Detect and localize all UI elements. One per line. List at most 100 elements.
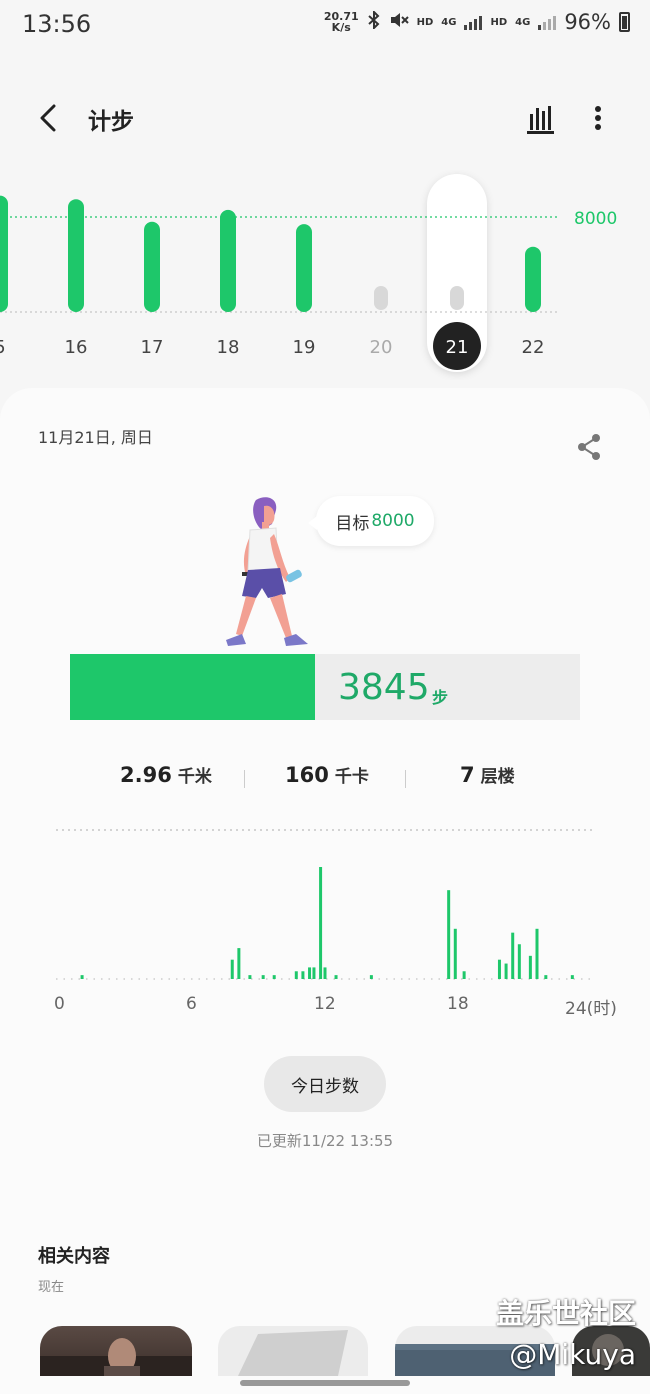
hour-tick-label: 6 bbox=[186, 994, 197, 1014]
hour-bar bbox=[301, 971, 305, 979]
chevron-left-icon bbox=[40, 104, 56, 132]
mute-icon bbox=[389, 11, 409, 33]
more-options-button[interactable] bbox=[580, 98, 616, 138]
day-bar[interactable] bbox=[144, 221, 160, 312]
day-label[interactable]: 17 bbox=[141, 337, 164, 358]
hour-bar bbox=[497, 959, 501, 979]
day-label[interactable]: 18 bbox=[217, 337, 240, 358]
person-photo bbox=[40, 1338, 192, 1376]
weekly-steps-chart[interactable]: 8000 5 16 17 18 19 20 21 22 bbox=[0, 170, 650, 380]
bluetooth-icon bbox=[367, 9, 381, 33]
goal-value: 8000 bbox=[371, 511, 415, 531]
network-type-2: 4G bbox=[515, 16, 531, 28]
battery-percent: 96% bbox=[564, 10, 611, 34]
hour-tick-label: 12 bbox=[314, 994, 336, 1014]
date-label: 11月21日, 周日 bbox=[38, 428, 153, 447]
hour-bar bbox=[312, 967, 316, 979]
app-header: 计步 bbox=[0, 88, 650, 148]
distance-value: 2.96 bbox=[120, 763, 172, 787]
battery-icon bbox=[619, 12, 630, 32]
goal-prefix: 目标 bbox=[335, 513, 370, 534]
hour-tick-label: 24(时) bbox=[565, 999, 617, 1019]
day-label[interactable]: 5 bbox=[0, 337, 6, 358]
goal-line-label: 8000 bbox=[574, 209, 617, 229]
day-bar[interactable] bbox=[68, 199, 84, 312]
watermark-line2: @Mikuya bbox=[509, 1338, 636, 1371]
floors-unit: 层楼 bbox=[480, 767, 515, 787]
hour-bar bbox=[535, 928, 539, 979]
stat-divider bbox=[244, 770, 245, 788]
day-bar[interactable] bbox=[525, 246, 541, 312]
hour-tick-label: 0 bbox=[54, 994, 65, 1014]
floors-value: 7 bbox=[460, 763, 475, 787]
hour-bar bbox=[319, 867, 323, 979]
calories-value: 160 bbox=[285, 763, 329, 787]
device-photo bbox=[238, 1330, 348, 1376]
hour-bar bbox=[462, 971, 466, 979]
hour-bar bbox=[511, 932, 515, 979]
steps-unit: 步 bbox=[432, 688, 449, 707]
hour-bar bbox=[272, 975, 276, 979]
bar-chart-icon bbox=[527, 106, 554, 134]
page-title: 计步 bbox=[88, 109, 134, 135]
day-bar[interactable] bbox=[374, 286, 388, 310]
hour-bar bbox=[570, 975, 574, 979]
related-thumbnail[interactable] bbox=[40, 1326, 192, 1376]
share-icon bbox=[578, 434, 600, 460]
signal-icon-2 bbox=[538, 14, 557, 30]
hour-bar bbox=[80, 975, 84, 979]
walking-person-illustration bbox=[226, 497, 308, 646]
day-bar[interactable] bbox=[450, 286, 464, 310]
hour-bar bbox=[517, 944, 521, 979]
hour-bar bbox=[528, 955, 532, 979]
calories-unit: 千卡 bbox=[334, 767, 369, 787]
hour-bar bbox=[248, 975, 252, 979]
related-content-subtitle: 现在 bbox=[38, 1280, 65, 1295]
back-button[interactable] bbox=[28, 96, 68, 140]
distance-unit: 千米 bbox=[177, 767, 212, 787]
day-bar[interactable] bbox=[296, 224, 312, 312]
day-bar[interactable] bbox=[220, 209, 236, 312]
steps-count: 3845 bbox=[338, 667, 430, 708]
hour-tick-label: 18 bbox=[447, 994, 469, 1014]
home-indicator[interactable] bbox=[240, 1380, 410, 1386]
hour-bar bbox=[447, 890, 451, 979]
day-label[interactable]: 16 bbox=[65, 337, 88, 358]
distance-stat: 2.96 千米 bbox=[120, 762, 212, 787]
network-type-1: 4G bbox=[441, 16, 457, 28]
status-bar: 13:56 20.71 K/s HD 4G HD 4G 96% bbox=[0, 0, 650, 52]
hour-bar bbox=[323, 967, 327, 979]
day-label[interactable]: 19 bbox=[293, 337, 316, 358]
hour-bar bbox=[369, 975, 373, 979]
hour-bar bbox=[453, 928, 457, 979]
hour-bar bbox=[237, 948, 241, 979]
day-bar[interactable] bbox=[0, 195, 8, 312]
goal-bubble: 目标 8000 bbox=[308, 496, 434, 546]
more-vertical-icon bbox=[595, 106, 601, 130]
status-time: 13:56 bbox=[22, 10, 92, 38]
hourly-chart-svg bbox=[56, 829, 594, 980]
watermark-line1: 盖乐世社区 bbox=[495, 1297, 636, 1330]
hd-indicator-1: HD bbox=[416, 16, 434, 28]
day-label[interactable]: 22 bbox=[522, 337, 545, 358]
related-content-title: 相关内容 bbox=[38, 1246, 110, 1267]
floors-stat: 7 层楼 bbox=[460, 762, 515, 787]
trends-button[interactable] bbox=[520, 98, 560, 138]
step-progress-bar bbox=[70, 654, 580, 720]
hour-bar bbox=[308, 967, 312, 979]
day-label[interactable]: 21 bbox=[446, 337, 469, 358]
today-steps-button[interactable]: 今日步数 bbox=[264, 1056, 386, 1112]
hour-bar bbox=[504, 963, 508, 979]
weekly-chart-svg: 8000 5 16 17 18 19 20 21 22 bbox=[0, 174, 617, 372]
share-button[interactable] bbox=[574, 430, 606, 464]
network-speed-unit: K/s bbox=[331, 21, 351, 34]
hour-bar bbox=[294, 971, 298, 979]
calories-stat: 160 千卡 bbox=[285, 762, 369, 787]
updated-timestamp: 已更新11/22 13:55 bbox=[256, 1132, 394, 1150]
stats-row: 2.96 千米 160 千卡 7 层楼 bbox=[0, 762, 650, 796]
day-label[interactable]: 20 bbox=[370, 337, 393, 358]
hour-bar bbox=[544, 975, 548, 979]
status-icons: 20.71 K/s HD 4G HD 4G 96% bbox=[324, 9, 630, 34]
hour-bar bbox=[261, 975, 265, 979]
related-thumbnail[interactable] bbox=[218, 1326, 368, 1376]
